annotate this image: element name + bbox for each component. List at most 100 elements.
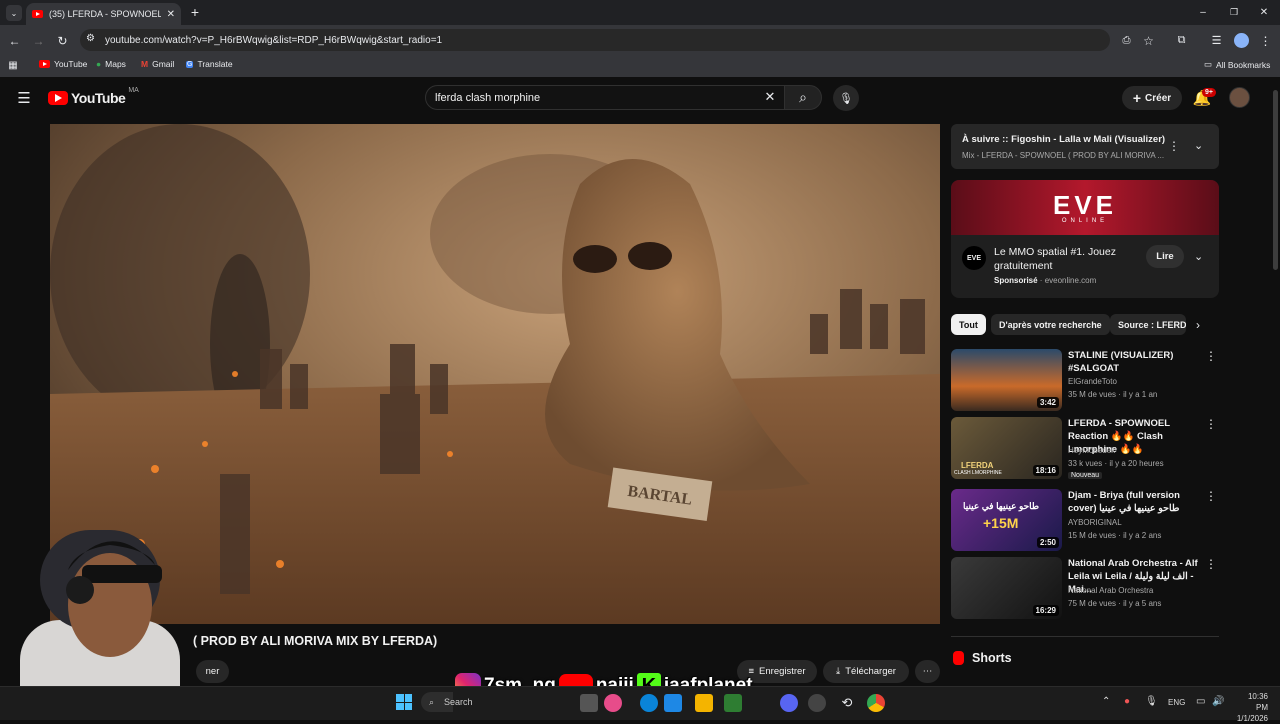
page-scrollbar[interactable] — [1273, 90, 1278, 270]
expand-chevron-icon[interactable]: ⌄ — [1194, 139, 1203, 152]
discord-icon[interactable] — [780, 694, 798, 712]
taskbar-search-label: Search — [444, 697, 473, 707]
all-bookmarks[interactable]: ▭ All Bookmarks — [1204, 59, 1270, 70]
reload-icon[interactable]: ↻ — [55, 33, 70, 48]
windows-start-icon[interactable] — [396, 694, 412, 710]
video-thumbnail[interactable]: 16:29 — [951, 557, 1062, 619]
ad-banner: EVE ONLINE — [951, 180, 1219, 235]
download-button[interactable]: ⤓ Télécharger — [823, 660, 909, 683]
tray-mic-icon[interactable]: 🎙 — [1145, 696, 1158, 707]
bookmark-label: Gmail — [152, 59, 175, 69]
browser-tab-active[interactable]: (35) LFERDA - SPOWNOEL ( PR ✕ — [26, 3, 181, 25]
bookmark-translate[interactable]: G Translate — [186, 59, 233, 69]
ad-expand-icon[interactable]: ⌄ — [1194, 250, 1203, 263]
apps-grid-icon[interactable]: ▦ — [7, 59, 19, 71]
duration-badge: 2:50 — [1036, 537, 1059, 548]
bookmark-star-icon[interactable]: ☆ — [1141, 33, 1156, 48]
up-next-menu-icon[interactable]: ⋮ — [1168, 139, 1180, 153]
bookmark-label: Maps — [105, 59, 126, 69]
ad-brand: EVE — [1052, 189, 1118, 220]
reading-list-icon[interactable]: ☰ — [1209, 33, 1224, 48]
rec-channel[interactable]: HeyMobedek — [1068, 446, 1115, 455]
app-icon[interactable] — [604, 694, 622, 712]
duration-badge: 16:29 — [1032, 605, 1059, 616]
rec-menu-icon[interactable]: ⋮ — [1205, 349, 1217, 363]
rec-meta: 75 M de vues · il y a 5 ans — [1068, 599, 1162, 608]
obs-icon[interactable] — [808, 694, 826, 712]
chip-source[interactable]: Source : LFERDA — [1110, 314, 1186, 335]
new-badge: Nouveau — [1068, 472, 1103, 479]
create-button[interactable]: + Créer — [1122, 86, 1182, 110]
ad-card[interactable]: EVE ONLINE EVE Le MMO spatial #1. Jouez … — [951, 180, 1219, 298]
search-button[interactable]: ⌕ — [784, 85, 822, 110]
clear-search-icon[interactable]: ✕ — [763, 89, 777, 104]
account-avatar[interactable] — [1229, 87, 1250, 108]
video-thumbnail[interactable]: LFERDA CLASH LMORPHINE 18:16 — [951, 417, 1062, 479]
forward-icon[interactable]: → — [31, 33, 46, 48]
plus-icon: + — [1132, 90, 1142, 106]
hamburger-menu-icon[interactable]: ☰ — [16, 90, 32, 107]
volume-icon[interactable]: 🔊 — [1212, 696, 1224, 707]
folder-icon[interactable] — [695, 694, 713, 712]
thumb-subtext: طاحو عينيها في عينيا — [963, 501, 1040, 511]
rec-channel[interactable]: ElGrandeToto — [1068, 377, 1117, 386]
voice-search-button[interactable]: 🎙 — [833, 85, 859, 111]
chrome-icon[interactable] — [867, 694, 885, 712]
window-close-icon[interactable]: ✕ — [1257, 5, 1271, 19]
tray-app-icon[interactable]: ● — [1124, 696, 1130, 707]
back-arrow-icon[interactable]: ⟲ — [838, 694, 856, 712]
network-icon[interactable]: ▭ — [1196, 696, 1205, 707]
more-actions-button[interactable]: ⋯ — [915, 660, 940, 683]
chip-all[interactable]: Tout — [951, 314, 986, 335]
excel-icon[interactable] — [724, 694, 742, 712]
thumb-text: +15M — [983, 515, 1019, 531]
language-indicator[interactable]: ENG — [1168, 698, 1185, 707]
recommendation-item[interactable]: طاحو عينيها في عينيا +15M 2:50 Djam - Br… — [951, 489, 1219, 551]
video-thumbnail[interactable]: طاحو عينيها في عينيا +15M 2:50 — [951, 489, 1062, 551]
recommendation-item[interactable]: 16:29 National Arab Orchestra - Alf Leil… — [951, 557, 1219, 619]
recommendation-item[interactable]: LFERDA CLASH LMORPHINE 18:16 LFERDA - SP… — [951, 417, 1219, 479]
back-icon[interactable]: ← — [7, 33, 22, 48]
url-bar[interactable]: ⚙ youtube.com/watch?v=P_H6rBWqwig&list=R… — [80, 29, 1110, 51]
rec-channel[interactable]: National Arab Orchestra — [1068, 586, 1153, 595]
profile-avatar[interactable] — [1234, 33, 1249, 48]
search-input[interactable]: lferda clash morphine — [425, 85, 785, 110]
rec-menu-icon[interactable]: ⋮ — [1205, 417, 1217, 431]
rec-title[interactable]: Djam - Briya (full version cover) طاحو ع… — [1068, 489, 1203, 515]
store-icon[interactable] — [664, 694, 682, 712]
partial-action-label: ner — [205, 666, 220, 677]
up-next-panel[interactable]: À suivre :: Figoshin - Lalla w Mali (Vis… — [951, 124, 1219, 169]
tab-close-icon[interactable]: ✕ — [167, 9, 175, 20]
clock[interactable]: 10:36 PM 1/1/2026 — [1234, 691, 1268, 724]
clock-date: 1/1/2026 — [1236, 714, 1268, 723]
shorts-icon — [953, 651, 964, 665]
ad-cta-button[interactable]: Lire — [1146, 245, 1184, 268]
rec-channel[interactable]: AYBORIGINAL — [1068, 518, 1122, 527]
rec-menu-icon[interactable]: ⋮ — [1205, 489, 1217, 503]
chrome-menu-icon[interactable]: ⋮ — [1258, 33, 1273, 48]
rec-menu-icon[interactable]: ⋮ — [1205, 557, 1217, 571]
tray-chevron-icon[interactable]: ⌃ — [1102, 696, 1110, 707]
edge-icon[interactable] — [640, 694, 658, 712]
up-next-subtitle: Mix - LFERDA - SPOWNOEL ( PROD BY ALI MO… — [962, 151, 1165, 160]
bookmark-gmail[interactable]: M Gmail — [141, 59, 174, 69]
restore-icon[interactable]: ❐ — [1227, 5, 1241, 19]
install-icon[interactable]: ⎙ — [1119, 33, 1134, 48]
rec-title[interactable]: STALINE (VISUALIZER) #SALGOAT — [1068, 349, 1203, 375]
ad-headline: Le MMO spatial #1. Jouez gratuitement — [994, 246, 1116, 272]
bookmark-maps[interactable]: ● Maps — [96, 59, 126, 69]
recommendation-item[interactable]: 3:42 STALINE (VISUALIZER) #SALGOAT ElGra… — [951, 349, 1219, 411]
new-tab-icon[interactable]: + — [188, 4, 202, 20]
youtube-logo[interactable]: YouTube MA — [48, 87, 139, 106]
minimize-icon[interactable]: – — [1196, 5, 1210, 19]
chips-next-icon[interactable]: › — [1196, 318, 1200, 332]
bookmark-youtube[interactable]: YouTube — [39, 59, 87, 69]
tab-search-icon[interactable]: ⌄ — [6, 5, 22, 21]
all-bookmarks-label: All Bookmarks — [1216, 59, 1271, 70]
site-info-icon[interactable]: ⚙ — [86, 33, 95, 44]
file-explorer-icon[interactable] — [580, 694, 598, 712]
partial-action-button[interactable]: ner — [196, 660, 229, 683]
video-thumbnail[interactable]: 3:42 — [951, 349, 1062, 411]
extensions-icon[interactable]: ⧉ — [1174, 33, 1189, 48]
chip-from-search[interactable]: D'après votre recherche — [991, 314, 1110, 335]
